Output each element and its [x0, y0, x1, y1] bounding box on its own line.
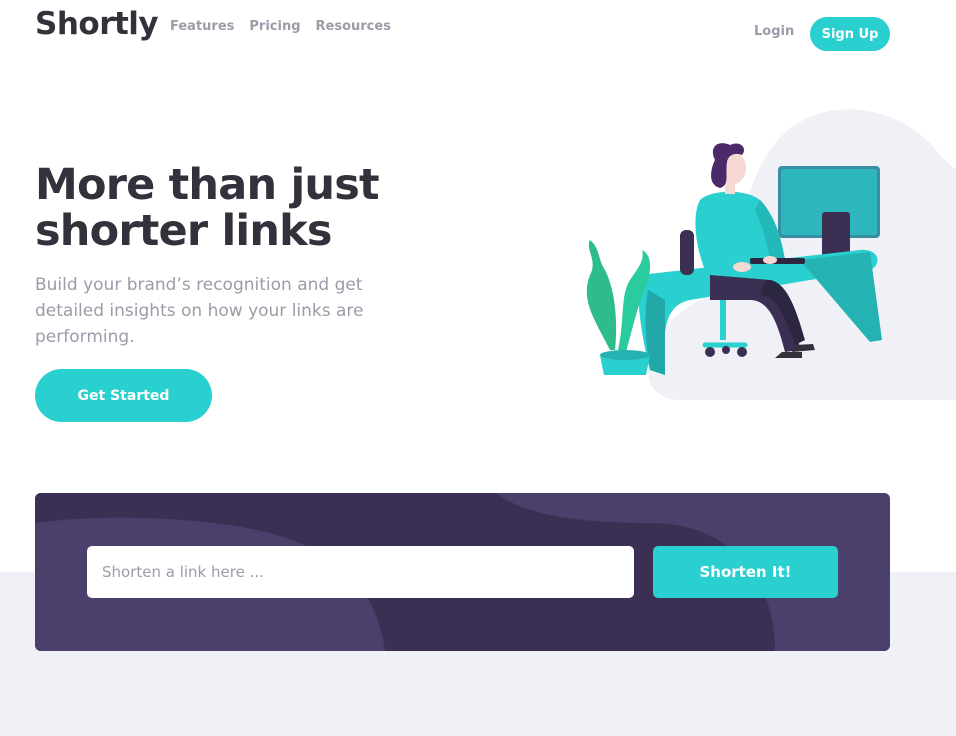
person-working-at-desk-illustration: [570, 100, 956, 405]
nav-link-pricing[interactable]: Pricing: [249, 19, 300, 34]
main-nav: Features Pricing Resources: [170, 19, 406, 34]
signup-button[interactable]: Sign Up: [810, 17, 890, 51]
shorten-button[interactable]: Shorten It!: [653, 546, 838, 598]
shorten-form: Shorten It!: [35, 493, 890, 651]
nav-link-resources[interactable]: Resources: [316, 19, 391, 34]
login-link[interactable]: Login: [754, 24, 794, 39]
link-input[interactable]: [87, 546, 634, 598]
hero-description: Build your brand’s recognition and get d…: [35, 275, 364, 347]
get-started-button[interactable]: Get Started: [35, 369, 212, 422]
logo[interactable]: Shortly: [35, 6, 159, 42]
nav-link-features[interactable]: Features: [170, 19, 234, 34]
hero-title: More than just shorter links: [35, 160, 380, 256]
